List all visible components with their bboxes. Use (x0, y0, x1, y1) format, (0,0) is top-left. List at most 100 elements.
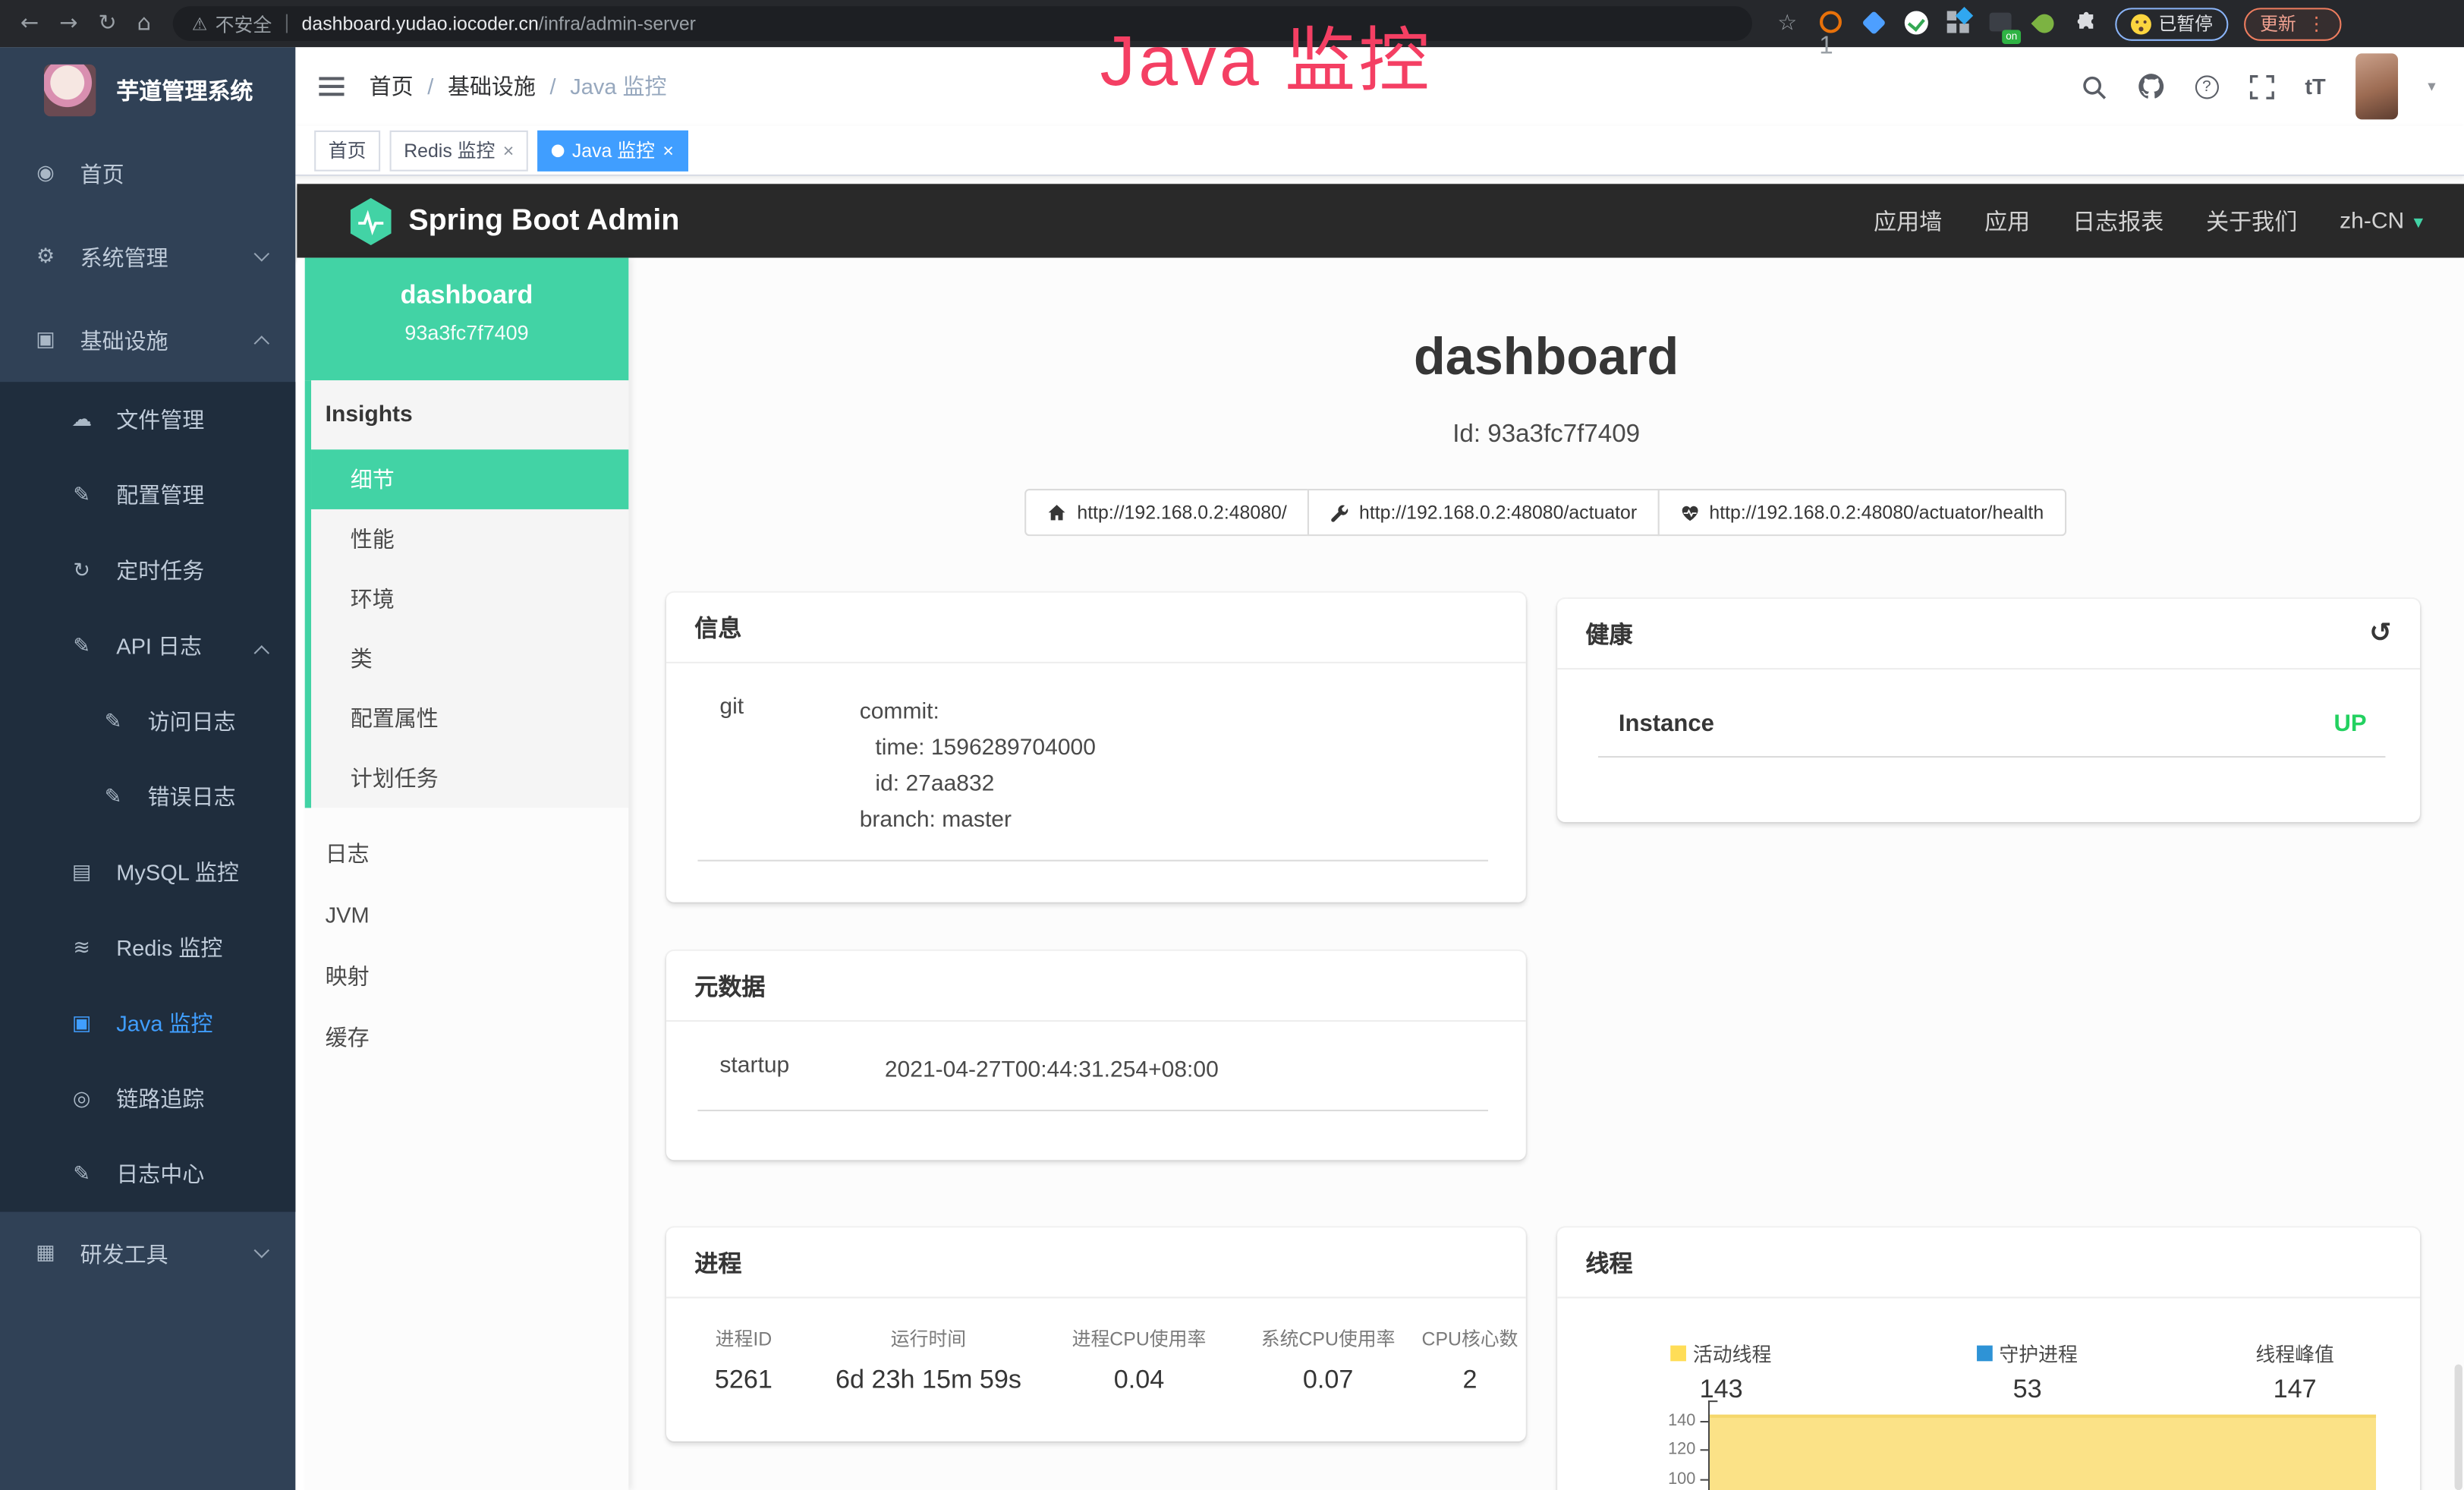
sba-body: dashboard 93a3fc7f7409 Insights 细节 性能 环境… (297, 258, 2464, 1490)
status-badge: UP (2333, 710, 2366, 737)
instance-label: Instance (1619, 710, 1714, 737)
hamburger-icon[interactable] (319, 72, 344, 100)
sidebar-item-infrastructure[interactable]: ▣ 基础设施 (0, 298, 295, 382)
git-label: git (719, 695, 859, 840)
sba-side-item-caches[interactable]: 缓存 (305, 1006, 629, 1067)
sba-left-gutter (297, 258, 304, 1490)
main-sidebar: 芋道管理系统 ◉ 首页 ⚙ 系统管理 ▣ 基础设施 ☁ 文件管理 ✎ 配置管理 (0, 47, 295, 1490)
github-icon[interactable] (2137, 72, 2165, 100)
extension-pin-icon[interactable] (1861, 11, 1887, 36)
edit-icon: ✎ (69, 484, 94, 507)
close-icon[interactable]: × (662, 139, 674, 161)
col-uptime: 运行时间 (821, 1325, 1036, 1352)
browser-reload-icon[interactable]: ↻ (98, 11, 116, 36)
y-tick-120: 120 (1620, 1440, 1695, 1459)
chrome-update-button[interactable]: 更新 ⋮ (2244, 7, 2341, 39)
tag-redis-monitor[interactable]: Redis 监控 × (390, 130, 528, 171)
extensions-row: 1 on (1819, 11, 2099, 36)
instance-header[interactable]: dashboard 93a3fc7f7409 (305, 258, 629, 381)
health-url-button[interactable]: http://192.168.0.2:48080/actuator/health (1657, 489, 2066, 536)
extension-green-check-icon[interactable] (1904, 11, 1929, 36)
instance-health-row[interactable]: Instance UP (1557, 669, 2420, 737)
browser-menu-icon[interactable]: ⋮ (2307, 13, 2326, 35)
sba-side-item-details[interactable]: 细节 (311, 449, 628, 509)
extension-leaf-icon[interactable] (2031, 11, 2056, 36)
sidebar-item-tracing[interactable]: ◎ 链路追踪 (0, 1061, 295, 1136)
sba-main: dashboard Id: 93a3fc7f7409 http://192.16… (628, 258, 2464, 1490)
font-size-icon[interactable]: tT (2305, 74, 2325, 99)
process-table: 进程ID 运行时间 进程CPU使用率 系统CPU使用率 CPU核心数 5261 … (666, 1325, 1526, 1396)
row-divider (1598, 756, 2385, 758)
extension-grid-icon[interactable] (1946, 11, 1972, 36)
process-card: 进程 进程ID 运行时间 进程CPU使用率 系统CPU使用率 CPU核心数 52… (666, 1227, 1526, 1441)
service-url-button[interactable]: http://192.168.0.2:48080/ (1025, 489, 1309, 536)
sba-nav-applications[interactable]: 应用 (1984, 204, 2030, 237)
startup-row: startup 2021-04-27T00:44:31.254+08:00 (666, 1022, 1526, 1089)
tag-home[interactable]: 首页 (314, 130, 380, 171)
tab-paused-badge[interactable]: 已暂停 (2115, 7, 2229, 39)
browser-forward-icon[interactable]: → (59, 11, 77, 36)
breadcrumb-infrastructure[interactable]: 基础设施 (448, 71, 536, 102)
extension-dark-icon[interactable]: on (1989, 11, 2014, 36)
sba-locale-select[interactable]: zh-CN ▾ (2340, 208, 2423, 233)
sidebar-item-file-mgmt[interactable]: ☁ 文件管理 (0, 382, 295, 457)
tag-java-monitor[interactable]: Java 监控 × (537, 130, 688, 171)
sba-side-item-scheduled-tasks[interactable]: 计划任务 (311, 748, 628, 808)
sba-side-item-metrics[interactable]: 性能 (311, 509, 628, 569)
avatar-caret-icon[interactable]: ▾ (2428, 78, 2435, 96)
health-card-header: 健康 ↺ (1557, 599, 2420, 669)
spring-boot-admin-page: Spring Boot Admin 应用墙 应用 日志报表 关于我们 zh-CN… (295, 176, 2464, 1490)
sidebar-item-log-center[interactable]: ✎ 日志中心 (0, 1136, 295, 1211)
sba-brand[interactable]: Spring Boot Admin (351, 197, 680, 244)
url-host: dashboard.yudao.iocoder.cn (302, 13, 539, 35)
search-icon[interactable] (2080, 73, 2107, 99)
infrastructure-icon: ▣ (33, 329, 58, 352)
bookmark-star-icon[interactable]: ☆ (1777, 11, 1797, 36)
page-scrollbar-thumb[interactable] (2455, 1364, 2462, 1490)
browser-back-icon[interactable]: ← (20, 11, 39, 36)
active-dot (552, 143, 565, 156)
sidebar-item-access-logs[interactable]: ✎ 访问日志 (0, 684, 295, 759)
info-card: 信息 git commit: time: 1596289704000 id: 2… (666, 593, 1526, 903)
app-logo-image (44, 64, 96, 115)
sidebar-item-dev-tools[interactable]: ▦ 研发工具 (0, 1212, 295, 1296)
timer-icon: ↻ (69, 559, 94, 582)
extensions-puzzle-icon[interactable] (2074, 11, 2099, 36)
url-path: /infra/admin-server (539, 13, 696, 35)
chevron-down-icon (254, 246, 269, 261)
sba-nav-about[interactable]: 关于我们 (2206, 204, 2297, 237)
user-avatar[interactable] (2355, 53, 2398, 119)
sidebar-item-scheduled-jobs[interactable]: ↻ 定时任务 (0, 533, 295, 608)
sidebar-item-api-logs[interactable]: ✎ API 日志 (0, 608, 295, 683)
extension-orange-icon[interactable]: 1 (1819, 11, 1844, 36)
browser-home-icon[interactable]: ⌂ (137, 11, 151, 36)
sba-side-item-config-props[interactable]: 配置属性 (311, 688, 628, 748)
help-icon[interactable]: ? (2195, 74, 2218, 98)
sba-side-item-logs[interactable]: 日志 (305, 822, 629, 884)
actuator-url-button[interactable]: http://192.168.0.2:48080/actuator (1308, 489, 1659, 536)
address-bar[interactable]: ⚠ 不安全 dashboard.yudao.iocoder.cn/infra/a… (173, 6, 1752, 41)
sidebar-item-config-mgmt[interactable]: ✎ 配置管理 (0, 458, 295, 533)
sidebar-item-mysql-monitor[interactable]: ▤ MySQL 监控 (0, 835, 295, 910)
breadcrumb-home[interactable]: 首页 (370, 71, 414, 102)
sidebar-item-system-mgmt[interactable]: ⚙ 系统管理 (0, 216, 295, 299)
sidebar-item-home[interactable]: ◉ 首页 (0, 132, 295, 216)
sba-nav-journal[interactable]: 日志报表 (2072, 204, 2163, 237)
health-card-title: 健康 (1585, 617, 1632, 650)
chevron-down-icon: ▾ (2414, 209, 2423, 232)
fullscreen-icon[interactable] (2248, 73, 2275, 99)
sba-side-item-environment[interactable]: 环境 (311, 569, 628, 629)
sidebar-item-error-logs[interactable]: ✎ 错误日志 (0, 759, 295, 834)
sidebar-item-redis-monitor[interactable]: ≋ Redis 监控 (0, 910, 295, 985)
sba-nav-wallboard[interactable]: 应用墙 (1874, 204, 1942, 237)
sba-side-item-mappings[interactable]: 映射 (305, 945, 629, 1006)
health-history-icon[interactable]: ↺ (2369, 618, 2392, 649)
heartbeat-icon (1679, 502, 1700, 523)
close-icon[interactable]: × (503, 139, 515, 161)
sba-side-item-jvm[interactable]: JVM (305, 884, 629, 945)
sba-side-item-classes[interactable]: 类 (311, 628, 628, 688)
chevron-up-icon (254, 645, 269, 660)
insecure-warning-icon: ⚠ (192, 14, 207, 34)
sidebar-item-java-monitor[interactable]: ▣ Java 监控 (0, 985, 295, 1060)
app-logo-row[interactable]: 芋道管理系统 (0, 47, 295, 132)
